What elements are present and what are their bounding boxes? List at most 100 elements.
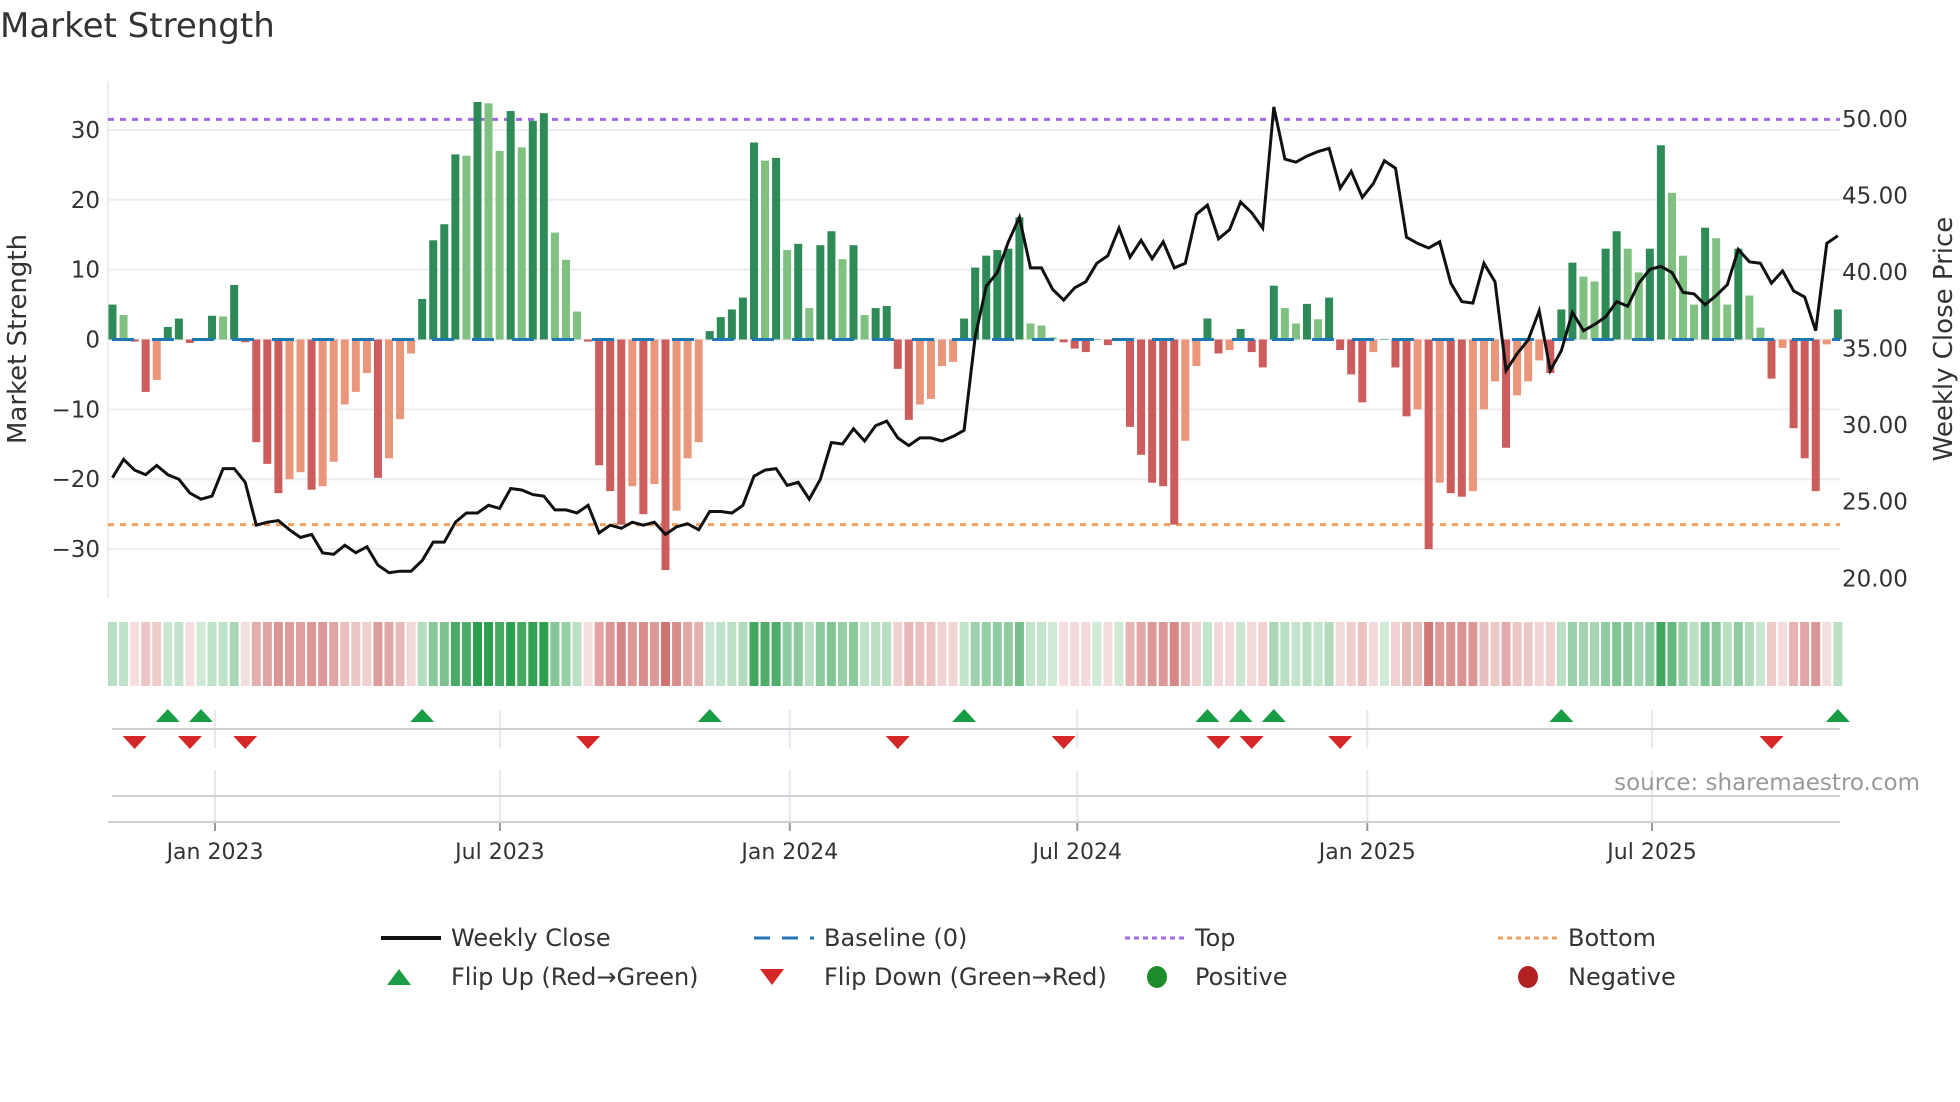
strength-bar xyxy=(606,339,615,492)
y2-tick-label: 30.00 xyxy=(1842,413,1908,439)
strength-bar xyxy=(1712,238,1721,340)
strength-bar xyxy=(141,339,150,392)
heatmap-cell xyxy=(661,622,670,686)
heatmap-cell xyxy=(1689,622,1699,686)
heatmap-cell xyxy=(926,622,936,686)
heatmap-cell xyxy=(340,622,350,686)
strength-bar xyxy=(672,339,681,511)
strength-bar xyxy=(783,250,792,340)
strength-bar xyxy=(407,339,416,354)
heatmap-cell xyxy=(893,622,903,686)
heatmap-cell xyxy=(705,622,715,686)
strength-bar xyxy=(794,243,803,340)
heatmap-cell xyxy=(185,622,195,686)
heatmap-cell xyxy=(672,622,682,686)
heatmap-cell xyxy=(1379,622,1389,686)
heatmap-cell xyxy=(716,622,726,686)
heatmap-cell xyxy=(174,622,184,686)
legend-positive[interactable]: Positive xyxy=(1125,963,1288,991)
flip-up-marker xyxy=(1228,709,1253,722)
legend-top[interactable]: Top xyxy=(1125,924,1236,952)
heatmap-cell xyxy=(1346,622,1356,686)
heatmap-cell xyxy=(1744,622,1754,686)
heatmap-cell xyxy=(539,622,549,686)
heatmap-cell xyxy=(605,622,615,686)
flip-up-marker xyxy=(1825,709,1850,722)
heatmap-cell xyxy=(1767,622,1776,686)
heatmap-cell xyxy=(1136,622,1146,686)
heatmap-cell xyxy=(406,622,416,686)
heatmap-cell xyxy=(583,622,593,686)
heatmap-cell xyxy=(1601,622,1611,686)
strength-bar xyxy=(1358,339,1367,403)
strength-bar xyxy=(1645,248,1654,340)
x-tick-label: Jan 2025 xyxy=(1317,840,1416,865)
strength-bar xyxy=(1656,145,1665,340)
legend-flip-up[interactable]: Flip Up (Red→Green) xyxy=(381,963,699,991)
heatmap-cell xyxy=(1578,622,1588,686)
y-tick-label: −20 xyxy=(51,467,100,493)
heatmap-cell xyxy=(1103,622,1113,686)
strength-bar xyxy=(938,339,946,367)
heatmap-cell xyxy=(1402,622,1412,686)
strength-bar xyxy=(340,339,349,405)
heatmap-cell xyxy=(749,622,759,686)
strength-bar xyxy=(473,101,482,340)
strength-bar xyxy=(926,339,935,399)
legend-weekly-close[interactable]: Weekly Close xyxy=(381,924,611,952)
heatmap-cell xyxy=(904,622,914,686)
heatmap-cell xyxy=(130,622,140,686)
strength-bar xyxy=(1811,339,1820,492)
strength-bar xyxy=(329,339,338,462)
strength-bar xyxy=(1435,339,1444,483)
source-label: source: sharemaestro.com xyxy=(1614,770,1920,796)
x-tick-label: Jul 2023 xyxy=(453,840,545,865)
heatmap-cell xyxy=(550,622,560,686)
heatmap-cell xyxy=(915,622,925,686)
heatmap-cell xyxy=(108,622,117,686)
heatmap-cell xyxy=(1214,622,1223,686)
strength-bar xyxy=(1723,304,1732,340)
strength-bar xyxy=(1623,248,1632,340)
heatmap-cell xyxy=(1037,622,1047,686)
strength-bar xyxy=(1181,339,1190,441)
strength-bar xyxy=(152,339,161,381)
heatmap-cell xyxy=(594,622,604,686)
market-strength-chart: −30 −20 −10 0 10 20 30 20.00 25.00 30.00 35.00 40.0… xyxy=(3,81,1959,865)
strength-bar xyxy=(915,339,924,405)
heatmap-cell xyxy=(307,622,317,686)
strength-bar xyxy=(1247,339,1256,353)
legend-flip-down[interactable]: Flip Down (Green→Red) xyxy=(754,963,1107,991)
heatmap-cell xyxy=(1479,622,1489,686)
strength-bar xyxy=(230,285,239,340)
heatmap-cell xyxy=(826,622,836,686)
heatmap-cell xyxy=(1092,622,1102,686)
strength-bar xyxy=(1126,339,1135,427)
heatmap-cell xyxy=(1711,622,1721,686)
heatmap-cell xyxy=(1191,622,1201,686)
legend-bottom[interactable]: Bottom xyxy=(1498,924,1656,952)
heatmap-cell xyxy=(1059,622,1069,686)
heatmap-cell xyxy=(373,622,383,686)
y-tick-label: 30 xyxy=(71,118,100,144)
flip-up-marker xyxy=(1195,709,1220,722)
strength-bar xyxy=(307,339,316,490)
flip-down-marker xyxy=(233,736,258,749)
y-tick-label: −30 xyxy=(51,537,100,563)
heatmap-cell xyxy=(694,622,704,686)
strength-bar xyxy=(960,318,969,340)
heatmap-cell xyxy=(1081,622,1091,686)
heatmap-cell xyxy=(1634,622,1644,686)
heatmap-cell xyxy=(1114,622,1124,686)
heatmap-cell xyxy=(1811,622,1821,686)
strength-bar xyxy=(539,113,548,340)
heatmap-cell xyxy=(484,622,494,686)
legend-negative[interactable]: Negative xyxy=(1498,963,1676,991)
heatmap-cell xyxy=(727,622,737,686)
legend-baseline[interactable]: Baseline (0) xyxy=(754,924,967,952)
heatmap-cell xyxy=(937,622,947,686)
heatmap-cell xyxy=(1612,622,1622,686)
flip-up-marker xyxy=(1549,709,1574,722)
heatmap-cell xyxy=(318,622,328,686)
strength-bar xyxy=(805,308,814,340)
